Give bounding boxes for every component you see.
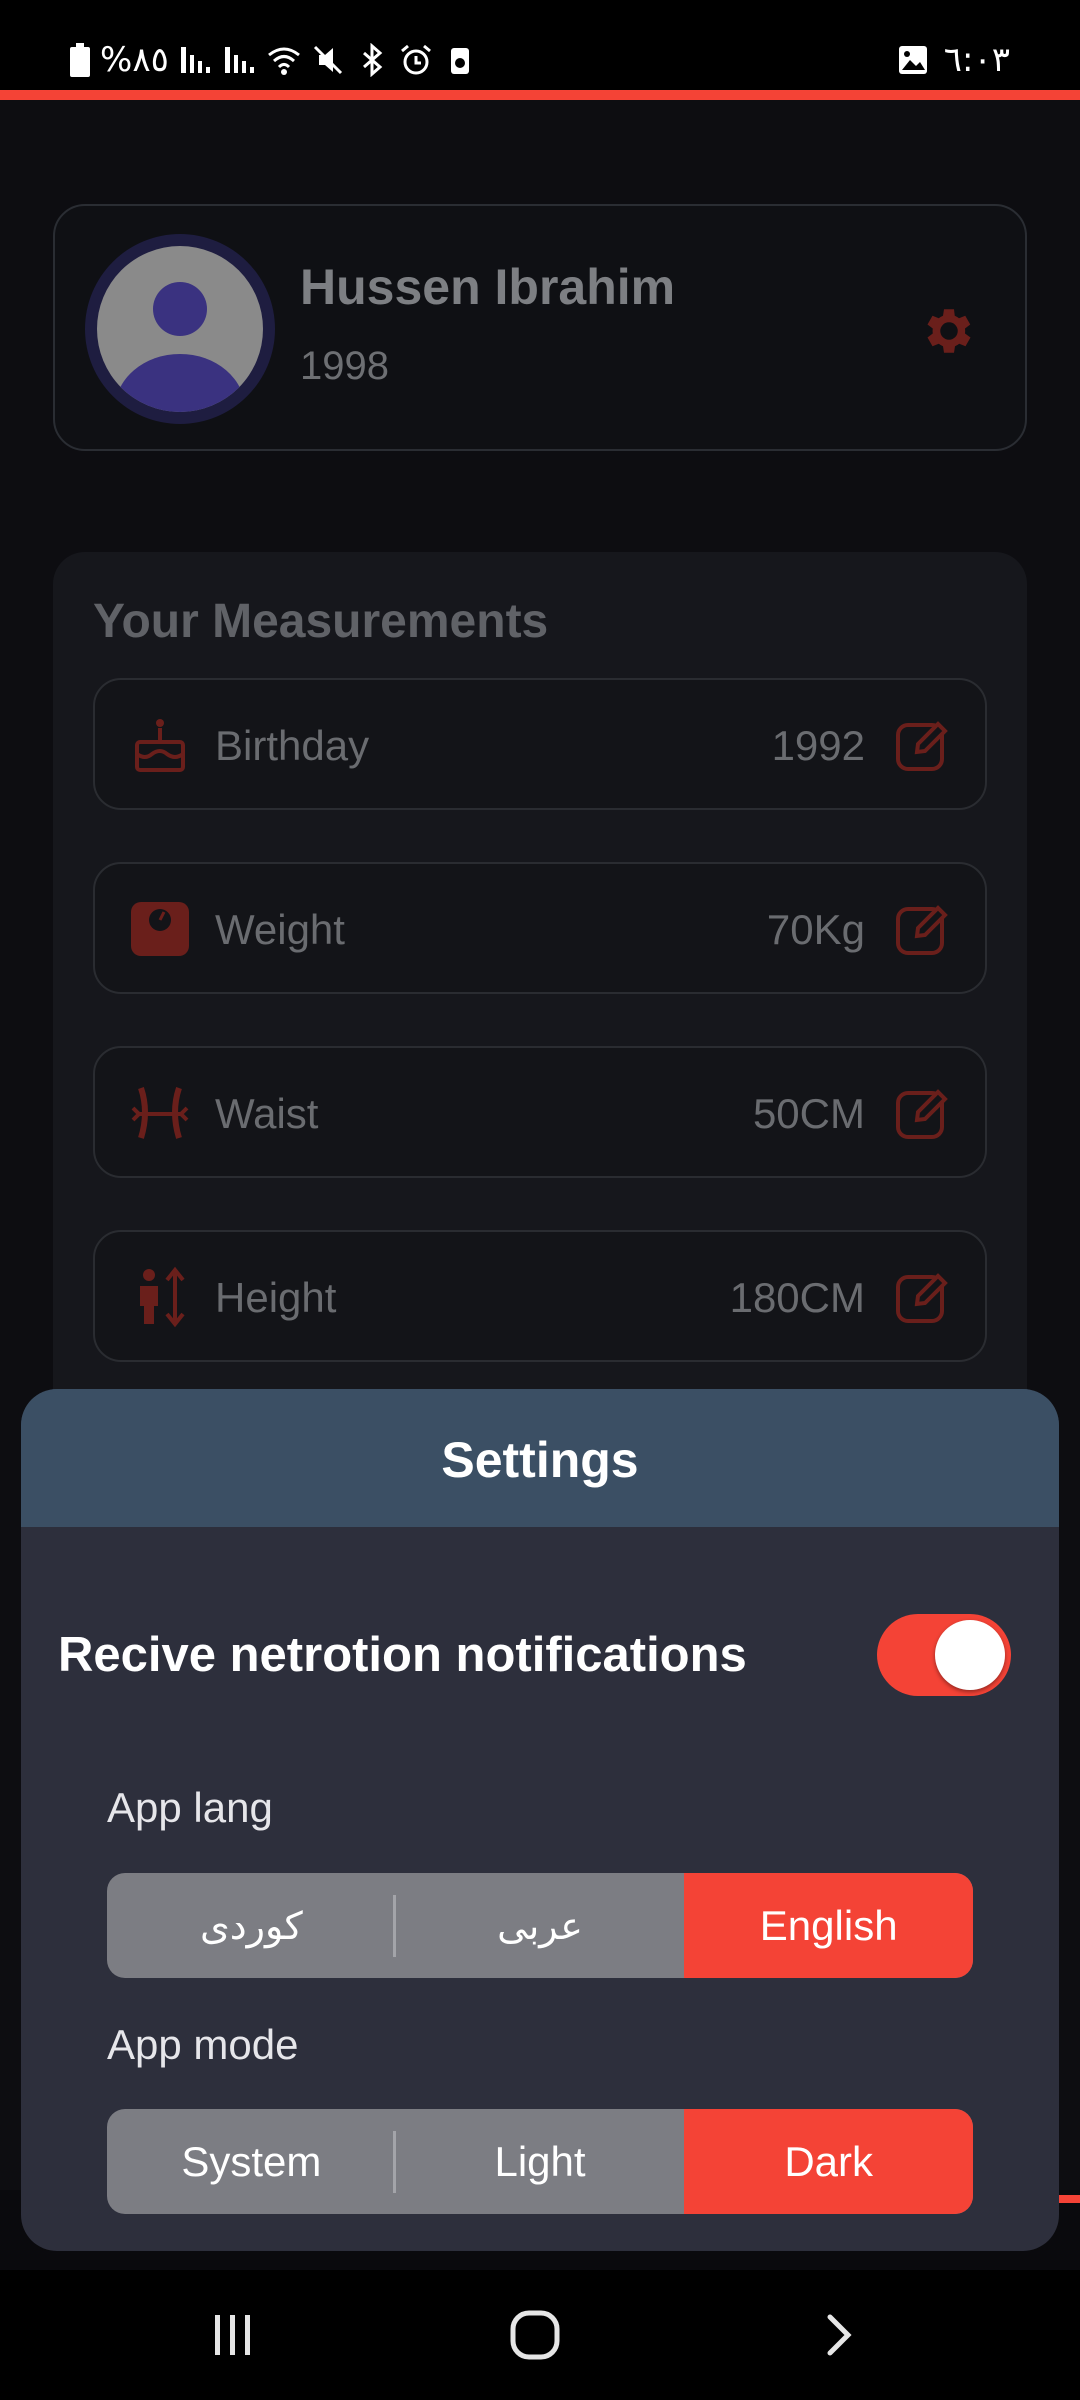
waist-icon <box>131 1087 189 1139</box>
profile-card: Hussen Ibrahim 1998 <box>53 204 1027 451</box>
status-left: %٨٥ <box>70 38 477 82</box>
measurement-label: Waist <box>215 1090 319 1137</box>
back-icon <box>827 2314 852 2356</box>
measurements-title: Your Measurements <box>93 595 549 648</box>
alarm-icon <box>400 44 431 75</box>
measurement-value: 1992 <box>771 722 865 769</box>
mode-option-dark[interactable]: Dark <box>684 2109 973 2214</box>
edit-icon[interactable] <box>893 900 951 958</box>
settings-title: Settings <box>441 1432 639 1488</box>
signal-icon <box>180 47 210 73</box>
measurement-row-birthday: Birthday 1992 <box>93 678 987 810</box>
lang-option-label: عربی <box>497 1903 583 1948</box>
avatar-body <box>115 354 245 412</box>
mode-option-system[interactable]: System <box>107 2109 396 2214</box>
avatar-icon <box>97 246 263 412</box>
wifi-icon <box>267 47 300 75</box>
signal-icon <box>224 47 254 73</box>
mute-icon <box>313 45 342 75</box>
home-button[interactable] <box>495 2295 575 2375</box>
status-right: ٦:٠٣ <box>896 38 1010 82</box>
battery-icon <box>70 43 90 77</box>
home-icon <box>510 2310 560 2360</box>
measurement-label: Height <box>215 1274 337 1321</box>
recent-apps-button[interactable] <box>193 2295 273 2375</box>
settings-sheet: Settings Recive netrotion notifications … <box>21 1389 1059 2251</box>
status-bar: %٨٥ ٦:٠٣ <box>0 0 1080 90</box>
app-lang-selector: کوردی عربی English <box>107 1873 973 1978</box>
gear-icon[interactable] <box>919 301 979 361</box>
mode-option-label: Light <box>494 2137 586 2185</box>
measurement-value: 50CM <box>752 1090 865 1137</box>
saver-icon <box>450 48 469 74</box>
toggle-knob <box>935 1620 1005 1690</box>
profile-year: 1998 <box>300 344 389 388</box>
lang-option-label: کوردی <box>199 1903 303 1948</box>
profile-name: Hussen Ibrahim <box>300 259 676 315</box>
notifications-label: Recive netrotion notifications <box>58 1628 747 1682</box>
bluetooth-icon <box>362 43 383 77</box>
measurement-label: Weight <box>215 906 345 953</box>
scale-icon <box>131 902 189 956</box>
lang-option-arabic[interactable]: عربی <box>396 1873 685 1978</box>
back-button[interactable] <box>798 2295 878 2375</box>
gallery-icon <box>898 46 927 74</box>
measurement-row-waist: Waist 50CM <box>93 1046 987 1178</box>
edit-icon[interactable] <box>893 1268 951 1326</box>
measurement-value: 180CM <box>729 1274 865 1321</box>
notifications-toggle[interactable] <box>877 1614 1011 1696</box>
avatar <box>85 234 275 424</box>
recent-apps-icon <box>215 2315 250 2355</box>
app-mode-label: App mode <box>107 2021 299 2068</box>
settings-header: Settings <box>21 1389 1059 1527</box>
edit-icon[interactable] <box>893 716 951 774</box>
mode-option-label: System <box>181 2137 322 2185</box>
measurement-value: 70Kg <box>766 906 865 953</box>
lang-option-label: English <box>759 1901 898 1949</box>
app-mode-selector: System Light Dark <box>107 2109 973 2214</box>
app-lang-label: App lang <box>107 1784 273 1831</box>
measurement-label: Birthday <box>215 722 370 769</box>
lang-option-kurdish[interactable]: کوردی <box>107 1873 396 1978</box>
lang-option-english[interactable]: English <box>684 1873 973 1978</box>
measurement-row-weight: Weight 70Kg <box>93 862 987 994</box>
battery-level: %٨٥ <box>100 40 169 80</box>
edit-icon[interactable] <box>893 1084 951 1142</box>
mode-option-label: Dark <box>784 2137 874 2185</box>
accent-line <box>0 90 1080 100</box>
clock: ٦:٠٣ <box>943 40 1010 80</box>
cake-icon <box>135 719 185 772</box>
avatar-head <box>153 282 207 336</box>
mode-option-light[interactable]: Light <box>396 2109 685 2214</box>
navigation-bar <box>0 2270 1080 2400</box>
measurement-row-height: Height 180CM <box>93 1230 987 1362</box>
height-icon <box>140 1266 185 1328</box>
